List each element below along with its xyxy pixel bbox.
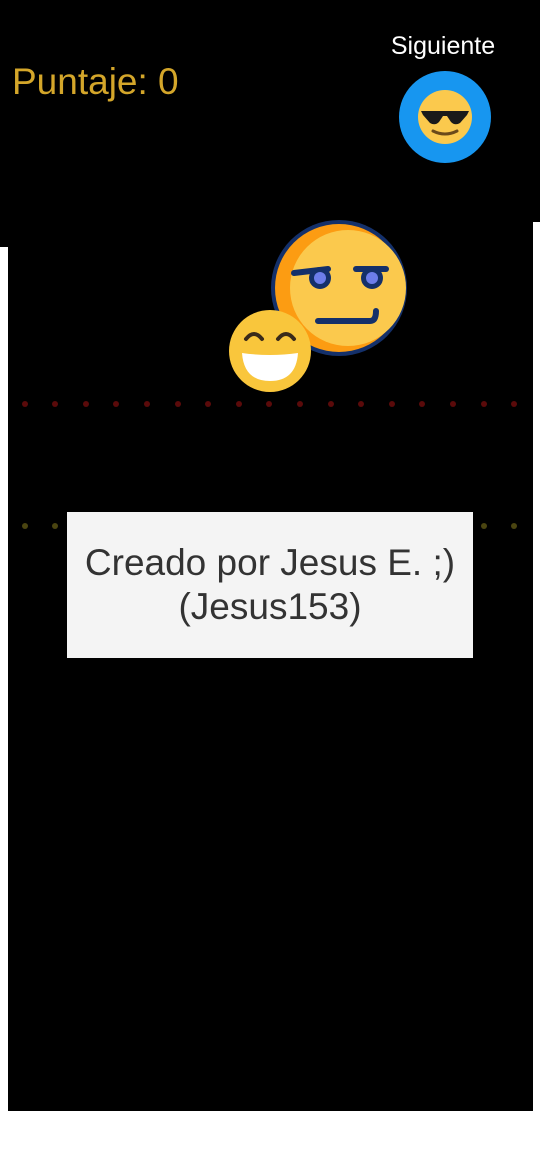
header-edge: [0, 222, 8, 247]
credit-line-1: Creado por Jesus E. ;): [84, 542, 456, 583]
sunglasses-emoji-icon: [418, 90, 472, 144]
next-label: Siguiente: [390, 32, 496, 60]
credit-box: Creado por Jesus E. ;) (Jesus153): [67, 512, 473, 658]
credit-line-2: (Jesus153): [178, 586, 362, 627]
score-label: Puntaje: 0: [12, 61, 179, 102]
grinning-face-emoji[interactable]: [228, 309, 312, 393]
red-dotted-line: [0, 400, 540, 408]
next-button[interactable]: [399, 71, 491, 163]
game-screen: Puntaje: 0 Siguiente Creado por Jesus E.…: [0, 0, 540, 1170]
